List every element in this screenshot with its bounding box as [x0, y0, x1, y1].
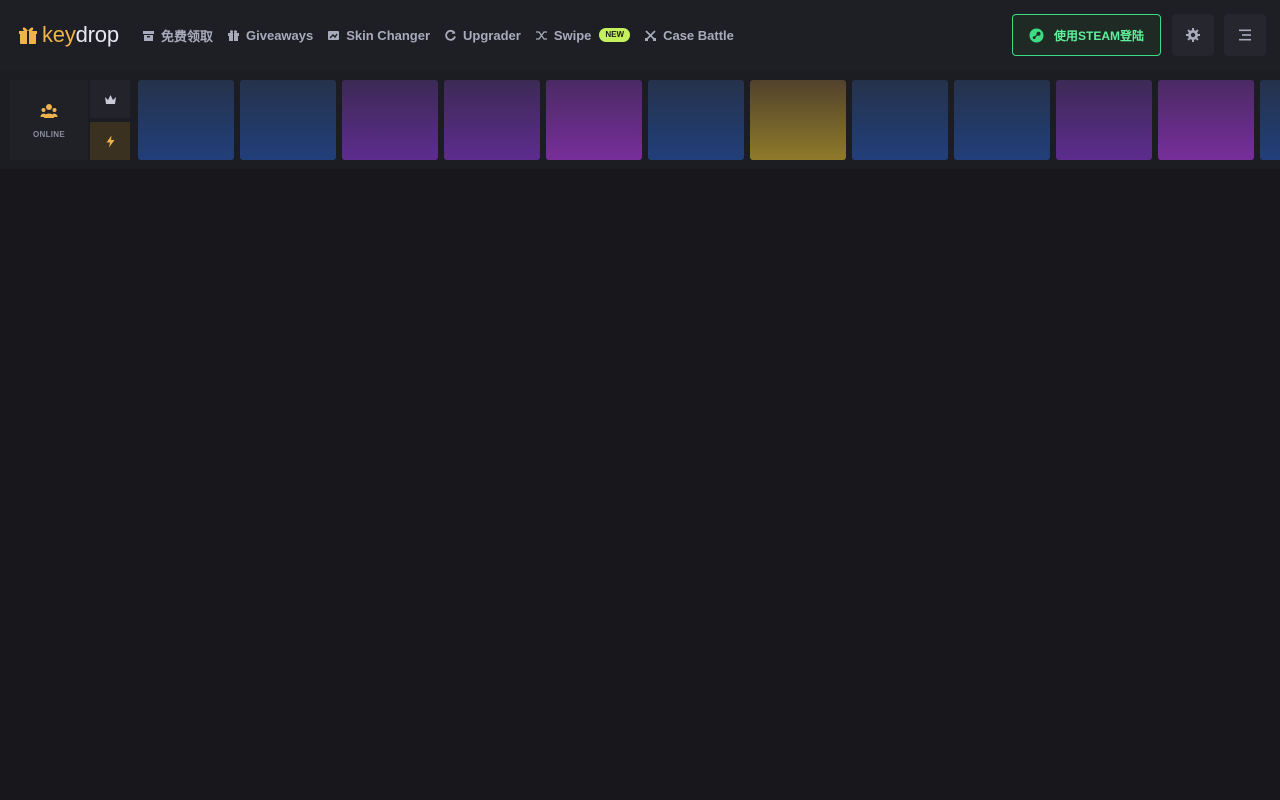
- live-drops-bar: ONLINE: [0, 70, 1280, 169]
- hamburger-menu-icon: [1239, 29, 1251, 41]
- nav-item-free[interactable]: 免费领取: [142, 26, 213, 45]
- drop-tile[interactable]: [750, 80, 846, 160]
- nav-label: Skin Changer: [346, 27, 431, 43]
- nav-label: 免费领取: [161, 28, 214, 44]
- drop-tile[interactable]: [852, 80, 948, 160]
- keydrop-logo[interactable]: keydrop: [18, 20, 119, 50]
- main-nav: 免费领取 Giveaways Skin Changer Upgrader Swi…: [142, 24, 748, 46]
- drop-tile[interactable]: [1158, 80, 1254, 160]
- nav-label: Case Battle: [663, 27, 734, 43]
- online-indicator: ONLINE: [10, 80, 88, 160]
- online-label: ONLINE: [32, 129, 66, 139]
- drop-tile[interactable]: [648, 80, 744, 160]
- drop-tile[interactable]: [240, 80, 336, 160]
- drop-tile[interactable]: [1260, 80, 1280, 160]
- nav-item-skin-changer[interactable]: Skin Changer: [327, 28, 430, 43]
- crown-icon: [104, 94, 116, 104]
- steam-login-label: 使用STEAM登陆: [1053, 28, 1144, 43]
- drop-tiles: [138, 80, 1280, 160]
- logo-mark-icon: [19, 27, 37, 44]
- drop-tile[interactable]: [342, 80, 438, 160]
- drop-tile[interactable]: [138, 80, 234, 160]
- drop-tile[interactable]: [954, 80, 1050, 160]
- image-swap-icon: [328, 30, 340, 40]
- steam-login-button[interactable]: 使用STEAM登陆: [1012, 14, 1161, 56]
- live-drops-toggle[interactable]: [90, 122, 130, 160]
- steam-icon: [1029, 28, 1044, 42]
- gear-icon: [1186, 28, 1200, 42]
- nav-item-swipe[interactable]: Swipe NEW: [535, 27, 631, 43]
- lightning-icon: [106, 135, 114, 147]
- nav-label: Upgrader: [463, 27, 521, 43]
- crossed-swords-icon: [645, 29, 657, 41]
- nav-item-upgrader[interactable]: Upgrader: [444, 28, 521, 43]
- top-drops-toggle[interactable]: [90, 80, 130, 118]
- drop-tile[interactable]: [1056, 80, 1152, 160]
- menu-button[interactable]: [1224, 14, 1266, 56]
- nav-item-case-battle[interactable]: Case Battle: [644, 28, 734, 43]
- box-icon: [143, 30, 154, 41]
- refresh-icon: [445, 29, 456, 41]
- drop-tile[interactable]: [444, 80, 540, 160]
- users-icon: [40, 103, 58, 118]
- logo-text: keydrop: [42, 22, 119, 47]
- settings-button[interactable]: [1172, 14, 1214, 56]
- nav-label: Swipe: [553, 27, 592, 43]
- new-badge: NEW: [599, 28, 631, 42]
- top-header: keydrop 免费领取 Giveaways Skin Changer Upgr…: [0, 0, 1280, 70]
- nav-item-giveaways[interactable]: Giveaways: [227, 28, 313, 43]
- drop-tile[interactable]: [546, 80, 642, 160]
- nav-label: Giveaways: [246, 27, 314, 43]
- shuffle-icon: [535, 30, 547, 40]
- gift-icon: [228, 29, 240, 41]
